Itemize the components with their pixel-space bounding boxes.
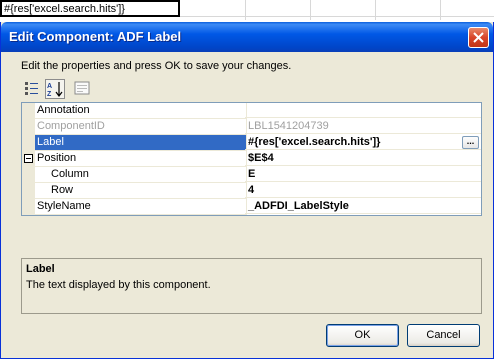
property-name: Row	[35, 183, 247, 199]
categorized-view-icon	[25, 82, 38, 95]
grid-line	[375, 0, 376, 20]
property-name: Label	[35, 135, 247, 151]
row-gutter	[22, 103, 35, 119]
property-value[interactable]: _ADFDI_LabelStyle	[245, 199, 481, 214]
row-gutter	[22, 151, 35, 167]
property-row[interactable]: Column E	[22, 167, 481, 183]
property-grid: Annotation ComponentID LBL1541204739 Lab…	[21, 102, 482, 216]
close-icon	[473, 32, 484, 43]
svg-text:A: A	[47, 83, 52, 90]
grid-line	[180, 16, 494, 17]
row-gutter	[22, 199, 35, 215]
edit-component-dialog: Edit Component: ADF Label Edit the prope…	[0, 22, 494, 359]
instructions-text: Edit the properties and press OK to save…	[21, 60, 292, 72]
row-gutter	[22, 135, 35, 151]
property-name: Annotation	[35, 103, 247, 119]
property-row[interactable]: ComponentID LBL1541204739	[22, 119, 481, 135]
property-row[interactable]: Position $E$4	[22, 151, 481, 167]
property-value: LBL1541204739	[245, 119, 481, 134]
property-row[interactable]: Annotation	[22, 103, 481, 119]
description-pane: Label The text displayed by this compone…	[21, 258, 482, 314]
property-value[interactable]: $E$4	[245, 151, 481, 166]
property-pages-button[interactable]	[73, 79, 93, 99]
close-button[interactable]	[468, 27, 489, 48]
title-bar[interactable]: Edit Component: ADF Label	[1, 22, 493, 52]
row-gutter	[22, 167, 35, 183]
row-gutter	[22, 119, 35, 135]
description-title: Label	[26, 263, 55, 275]
spreadsheet-background: #{res['excel.search.hits']}	[0, 0, 494, 20]
property-value[interactable]: #{res['excel.search.hits']} ...	[245, 135, 481, 150]
label-value-text[interactable]: #{res['excel.search.hits']}	[248, 136, 380, 148]
grid-line	[440, 0, 441, 20]
property-row[interactable]: StyleName _ADFDI_LabelStyle	[22, 199, 481, 215]
property-row[interactable]: Row 4	[22, 183, 481, 199]
grid-line	[310, 0, 311, 20]
collapse-icon[interactable]	[24, 154, 33, 163]
categorized-button[interactable]	[23, 79, 43, 99]
dialog-title: Edit Component: ADF Label	[9, 29, 182, 44]
property-value[interactable]	[245, 103, 481, 118]
property-name: StyleName	[35, 199, 247, 215]
property-name: ComponentID	[35, 119, 247, 135]
property-row-selected[interactable]: Label #{res['excel.search.hits']} ...	[22, 135, 481, 151]
ok-button[interactable]: OK	[326, 324, 399, 347]
description-text: The text displayed by this component.	[26, 279, 211, 291]
property-name: Position	[35, 151, 247, 167]
property-pages-icon	[74, 81, 90, 95]
alphabetical-button[interactable]: A Z	[45, 79, 65, 99]
property-name: Column	[35, 167, 247, 183]
property-value[interactable]: 4	[245, 183, 481, 198]
alphabetical-sort-icon: A Z	[47, 82, 63, 98]
active-cell[interactable]: #{res['excel.search.hits']}	[0, 0, 180, 17]
svg-text:Z: Z	[47, 91, 52, 98]
cancel-button[interactable]: Cancel	[407, 324, 480, 347]
grid-line	[245, 0, 246, 20]
row-gutter	[22, 183, 35, 199]
property-value[interactable]: E	[245, 167, 481, 182]
ellipsis-button[interactable]: ...	[462, 136, 479, 149]
